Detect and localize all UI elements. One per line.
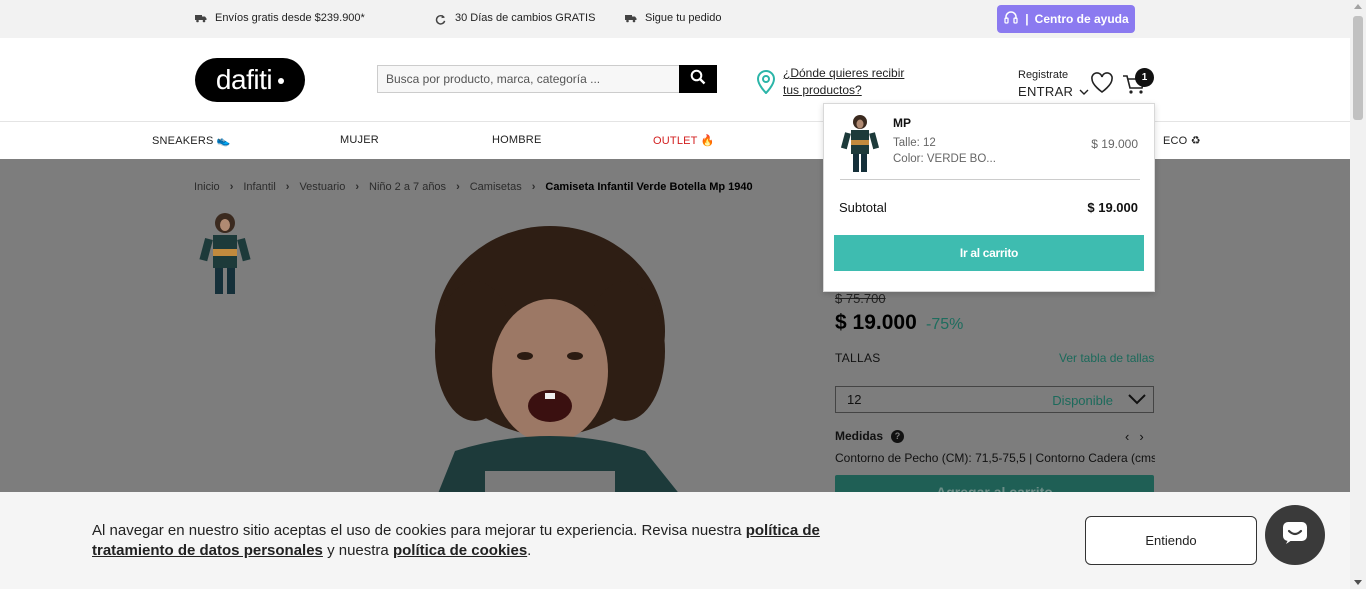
headset-icon bbox=[1003, 10, 1019, 29]
product-main-image[interactable] bbox=[395, 221, 705, 492]
measures-nav[interactable]: ‹› bbox=[1125, 429, 1154, 444]
perk-track-order[interactable]: Sigue tu pedido bbox=[625, 12, 721, 24]
breadcrumb: Inicio › Infantil › Vestuario › Niño 2 a… bbox=[194, 181, 753, 193]
help-separator: | bbox=[1025, 12, 1029, 26]
measures-text: Contorno de Pecho (CM): 71,5-75,5 | Cont… bbox=[835, 451, 1155, 465]
search-input[interactable]: Busca por producto, marca, categoría ... bbox=[377, 65, 679, 93]
measures-heading: Medidas ? bbox=[835, 429, 905, 443]
subtotal-label: Subtotal bbox=[839, 200, 887, 215]
chevron-right-icon[interactable]: › bbox=[1139, 429, 1153, 444]
breadcrumb-separator: › bbox=[531, 181, 536, 193]
cookie-text-part: . bbox=[527, 542, 532, 559]
breadcrumb-item[interactable]: Infantil bbox=[243, 181, 275, 193]
nav-item-mujer[interactable]: MUJER bbox=[340, 134, 379, 146]
scroll-thumb[interactable] bbox=[1353, 16, 1363, 120]
page: Envíos gratis desde $239.900* 30 Días de… bbox=[0, 0, 1366, 589]
cookie-banner: Al navegar en nuestro sitio aceptas el u… bbox=[0, 492, 1350, 589]
cart-count-badge: 1 bbox=[1135, 68, 1154, 87]
cart-item-brand: MP bbox=[893, 116, 911, 130]
truck-icon bbox=[195, 14, 207, 23]
accept-cookies-button[interactable]: Entiendo bbox=[1085, 516, 1257, 565]
register-link[interactable]: Registrate bbox=[1018, 69, 1068, 81]
breadcrumb-separator: › bbox=[285, 181, 290, 193]
help-icon[interactable]: ? bbox=[891, 429, 905, 443]
cookie-message: Al navegar en nuestro sitio aceptas el u… bbox=[92, 521, 892, 561]
chevron-down-icon bbox=[1079, 89, 1089, 95]
measures-label: Medidas bbox=[835, 429, 884, 443]
perk-free-returns[interactable]: 30 Días de cambios GRATIS bbox=[435, 12, 596, 25]
location-pin-icon[interactable] bbox=[756, 69, 776, 99]
refresh-icon bbox=[435, 14, 447, 25]
nav-item-outlet[interactable]: OUTLET 🔥 bbox=[653, 134, 715, 147]
breadcrumb-separator: › bbox=[229, 181, 234, 193]
perk-free-shipping[interactable]: Envíos gratis desde $239.900* bbox=[195, 12, 365, 24]
cart-item-size: Talle: 12 bbox=[893, 137, 936, 149]
cart-item-color: Color: VERDE BO... bbox=[893, 153, 996, 165]
help-label: Centro de ayuda bbox=[1034, 12, 1129, 26]
discount-badge: -75% bbox=[926, 316, 964, 333]
wishlist-heart-icon[interactable] bbox=[1090, 72, 1114, 99]
size-table-link[interactable]: Ver tabla de tallas bbox=[1059, 351, 1154, 365]
perk-label: Envíos gratis desde $239.900* bbox=[215, 12, 365, 24]
divider bbox=[840, 179, 1140, 180]
login-label: ENTRAR bbox=[1018, 84, 1074, 99]
breadcrumb-separator: › bbox=[355, 181, 359, 193]
selected-size: 12 bbox=[847, 392, 862, 407]
nav-item-sneakers[interactable]: SNEAKERS 👟 bbox=[152, 134, 231, 147]
subtotal-value: $ 19.000 bbox=[1087, 200, 1138, 215]
go-to-cart-button[interactable]: Ir al carrito bbox=[834, 235, 1144, 271]
search-icon bbox=[690, 69, 706, 90]
nav-item-eco[interactable]: ECO ♻ bbox=[1163, 134, 1201, 147]
scroll-down-arrow-icon[interactable] bbox=[1354, 580, 1362, 585]
dafiti-logo[interactable]: dafiti bbox=[195, 58, 305, 102]
top-bar: Envíos gratis desde $239.900* 30 Días de… bbox=[0, 0, 1350, 38]
cookie-policy-link[interactable]: política de cookies bbox=[393, 542, 527, 559]
search-button[interactable] bbox=[679, 65, 717, 93]
nav-item-hombre[interactable]: HOMBRE bbox=[492, 134, 541, 146]
logo-dot bbox=[278, 78, 285, 84]
cart-item-price: $ 19.000 bbox=[1091, 137, 1138, 151]
add-to-cart-button[interactable]: Agregar al carrito bbox=[835, 475, 1154, 492]
perk-label: 30 Días de cambios GRATIS bbox=[455, 12, 596, 24]
cookie-text-part: y nuestra bbox=[322, 542, 393, 559]
availability-label: Disponible bbox=[1052, 393, 1113, 408]
breadcrumb-current: Camiseta Infantil Verde Botella Mp 1940 bbox=[545, 181, 753, 193]
logo-text: dafiti bbox=[215, 64, 273, 95]
cart-item-image[interactable] bbox=[840, 114, 880, 174]
old-price: $ 75.700 bbox=[835, 291, 886, 306]
login-link[interactable]: ENTRAR bbox=[1018, 84, 1089, 99]
chat-icon bbox=[1282, 521, 1308, 550]
current-price: $ 19.000 bbox=[835, 311, 917, 334]
cookie-text-part: Al navegar en nuestro sitio aceptas el u… bbox=[92, 522, 746, 539]
chat-button[interactable] bbox=[1265, 505, 1325, 565]
breadcrumb-item[interactable]: Camisetas bbox=[470, 181, 522, 193]
breadcrumb-separator: › bbox=[456, 181, 460, 193]
chevron-left-icon[interactable]: ‹ bbox=[1125, 429, 1139, 444]
page-scrollbar[interactable] bbox=[1350, 0, 1366, 589]
chevron-down-icon bbox=[1127, 391, 1147, 410]
help-center-button[interactable]: | Centro de ayuda bbox=[997, 5, 1135, 33]
product-thumbnail[interactable] bbox=[197, 211, 255, 299]
mini-cart-dropdown: MP Talle: 12 Color: VERDE BO... $ 19.000… bbox=[823, 103, 1155, 292]
delivery-location-link[interactable]: ¿Dónde quieres recibir tus productos? bbox=[783, 65, 913, 99]
sizes-label: TALLAS bbox=[835, 351, 881, 365]
size-select[interactable]: 12 Disponible bbox=[835, 386, 1154, 413]
perk-label: Sigue tu pedido bbox=[645, 12, 722, 24]
breadcrumb-item[interactable]: Inicio bbox=[194, 181, 220, 193]
truck-icon bbox=[625, 14, 637, 23]
account-menu[interactable]: Registrate ENTRAR bbox=[1018, 69, 1089, 99]
breadcrumb-item[interactable]: Niño 2 a 7 años bbox=[369, 181, 446, 193]
breadcrumb-item[interactable]: Vestuario bbox=[299, 181, 345, 193]
scroll-up-arrow-icon[interactable] bbox=[1354, 4, 1362, 9]
